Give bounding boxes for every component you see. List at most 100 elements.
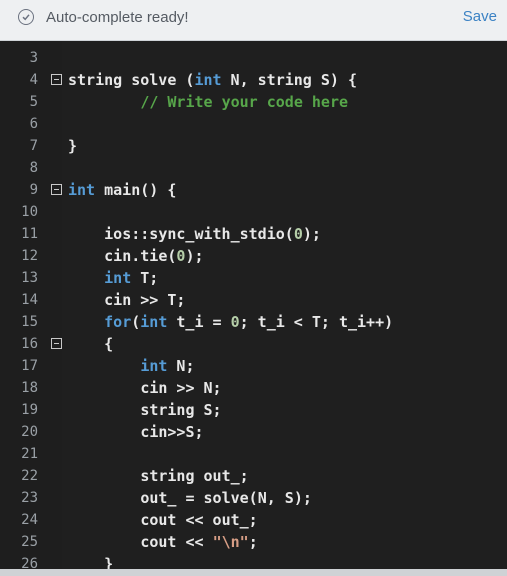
code-text[interactable]: for(int t_i = 0; t_i < T; t_i++) [104, 311, 393, 333]
line-number: 3 [29, 50, 38, 66]
line-number: 10 [21, 204, 38, 220]
fold-toggle-icon[interactable] [51, 74, 62, 85]
code-line[interactable]: 16 { [0, 333, 507, 355]
code-line[interactable]: 4 string solve (int N, string S) { [0, 69, 507, 91]
code-token: int [68, 181, 96, 199]
code-text[interactable]: cout << out_; [140, 509, 257, 531]
save-button[interactable]: Save [463, 8, 497, 25]
line-number: 17 [21, 358, 38, 374]
code-line[interactable]: 6 [0, 113, 507, 135]
code-line[interactable]: 23 out_ = solve(N, S); [0, 487, 507, 509]
code-token: } [68, 137, 78, 155]
line-number: 5 [29, 94, 38, 110]
code-line[interactable]: 5 // Write your code here [0, 91, 507, 113]
code-line[interactable]: 26} [0, 553, 507, 569]
code-token: 0 [293, 225, 303, 243]
code-line[interactable]: 15 for(int t_i = 0; t_i < T; t_i++) [0, 311, 507, 333]
code-token: ios::sync_with_stdio( [104, 225, 294, 243]
code-text[interactable]: } [104, 553, 113, 569]
code-text[interactable]: int N; [140, 355, 194, 377]
code-text[interactable]: ios::sync_with_stdio(0); [104, 223, 321, 245]
code-text[interactable]: } [68, 135, 77, 157]
line-number: 11 [21, 226, 38, 242]
code-token: ); [302, 225, 321, 243]
code-text[interactable]: string S; [140, 399, 221, 421]
line-number: 15 [21, 314, 38, 330]
code-line[interactable]: 3 [0, 47, 507, 69]
autocomplete-status: Auto-complete ready! [46, 9, 189, 26]
fold-toggle-icon[interactable] [51, 184, 62, 195]
code-text[interactable]: cin.tie(0); [104, 245, 203, 267]
code-line[interactable]: 22 string out_; [0, 465, 507, 487]
code-text[interactable]: int main() { [68, 179, 176, 201]
code-token: N, string S) { [221, 71, 357, 89]
code-token: ; [248, 533, 258, 551]
code-token: cin >> T; [104, 291, 186, 309]
code-line[interactable]: 24 cout << out_; [0, 509, 507, 531]
code-token: string solve ( [68, 71, 195, 89]
code-token: int [104, 269, 132, 287]
line-number: 4 [29, 72, 38, 88]
code-line[interactable]: 14 cin >> T; [0, 289, 507, 311]
line-number: 23 [21, 490, 38, 506]
code-token: string S; [140, 401, 222, 419]
code-token: main() { [95, 181, 177, 199]
line-number: 24 [21, 512, 38, 528]
line-number: 18 [21, 380, 38, 396]
code-text[interactable]: string out_; [140, 465, 248, 487]
code-line[interactable]: 12 cin.tie(0); [0, 245, 507, 267]
line-number: 26 [21, 556, 38, 569]
code-token: cin.tie( [104, 247, 177, 265]
code-token: // Write your code here [140, 93, 349, 111]
code-line[interactable]: 19 string S; [0, 399, 507, 421]
code-text[interactable]: cout << "\n"; [140, 531, 257, 553]
code-token: cout << [140, 533, 213, 551]
code-text[interactable]: int T; [104, 267, 158, 289]
code-line[interactable]: 21 [0, 443, 507, 465]
code-text[interactable]: out_ = solve(N, S); [140, 487, 312, 509]
code-token: string out_; [140, 467, 249, 485]
code-line[interactable]: 11 ios::sync_with_stdio(0); [0, 223, 507, 245]
bottom-edge [0, 569, 507, 576]
code-text[interactable]: // Write your code here [140, 91, 348, 113]
code-line[interactable]: 20 cin>>S; [0, 421, 507, 443]
line-number: 21 [21, 446, 38, 462]
code-line[interactable]: 18 cin >> N; [0, 377, 507, 399]
code-text[interactable]: string solve (int N, string S) { [68, 69, 357, 91]
code-token: ); [185, 247, 204, 265]
code-token: t_i = [167, 313, 231, 331]
line-number: 9 [29, 182, 38, 198]
code-text[interactable]: cin >> N; [140, 377, 221, 399]
line-number: 25 [21, 534, 38, 550]
code-line[interactable]: 9 int main() { [0, 179, 507, 201]
code-text[interactable]: cin >> T; [104, 289, 185, 311]
code-token: { [104, 335, 114, 353]
line-number: 20 [21, 424, 38, 440]
line-number: 22 [21, 468, 38, 484]
code-token: for [104, 313, 132, 331]
code-line[interactable]: 7} [0, 135, 507, 157]
fold-toggle-icon[interactable] [51, 338, 62, 349]
code-text[interactable]: cin>>S; [140, 421, 203, 443]
code-token: cin>>S; [140, 423, 204, 441]
code-token: out_ = solve(N, S); [140, 489, 312, 507]
code-line[interactable]: 25 cout << "\n"; [0, 531, 507, 553]
editor-toolbar: Auto-complete ready! Save [0, 0, 507, 41]
code-line[interactable]: 17 int N; [0, 355, 507, 377]
code-token: int [140, 357, 168, 375]
line-number: 16 [21, 336, 38, 352]
line-number: 12 [21, 248, 38, 264]
line-number: 8 [29, 160, 38, 176]
code-token: 0 [230, 313, 240, 331]
line-number: 13 [21, 270, 38, 286]
code-token: N; [167, 357, 195, 375]
code-line[interactable]: 8 [0, 157, 507, 179]
code-text[interactable]: { [104, 333, 113, 355]
line-number: 6 [29, 116, 38, 132]
code-token: cout << out_; [140, 511, 258, 529]
code-token: "\n" [212, 533, 249, 551]
code-line[interactable]: 13 int T; [0, 267, 507, 289]
code-line[interactable]: 10 [0, 201, 507, 223]
code-token: ( [131, 313, 141, 331]
code-editor[interactable]: 3 4 string solve (int N, string S) {5// Wr… [0, 41, 507, 569]
